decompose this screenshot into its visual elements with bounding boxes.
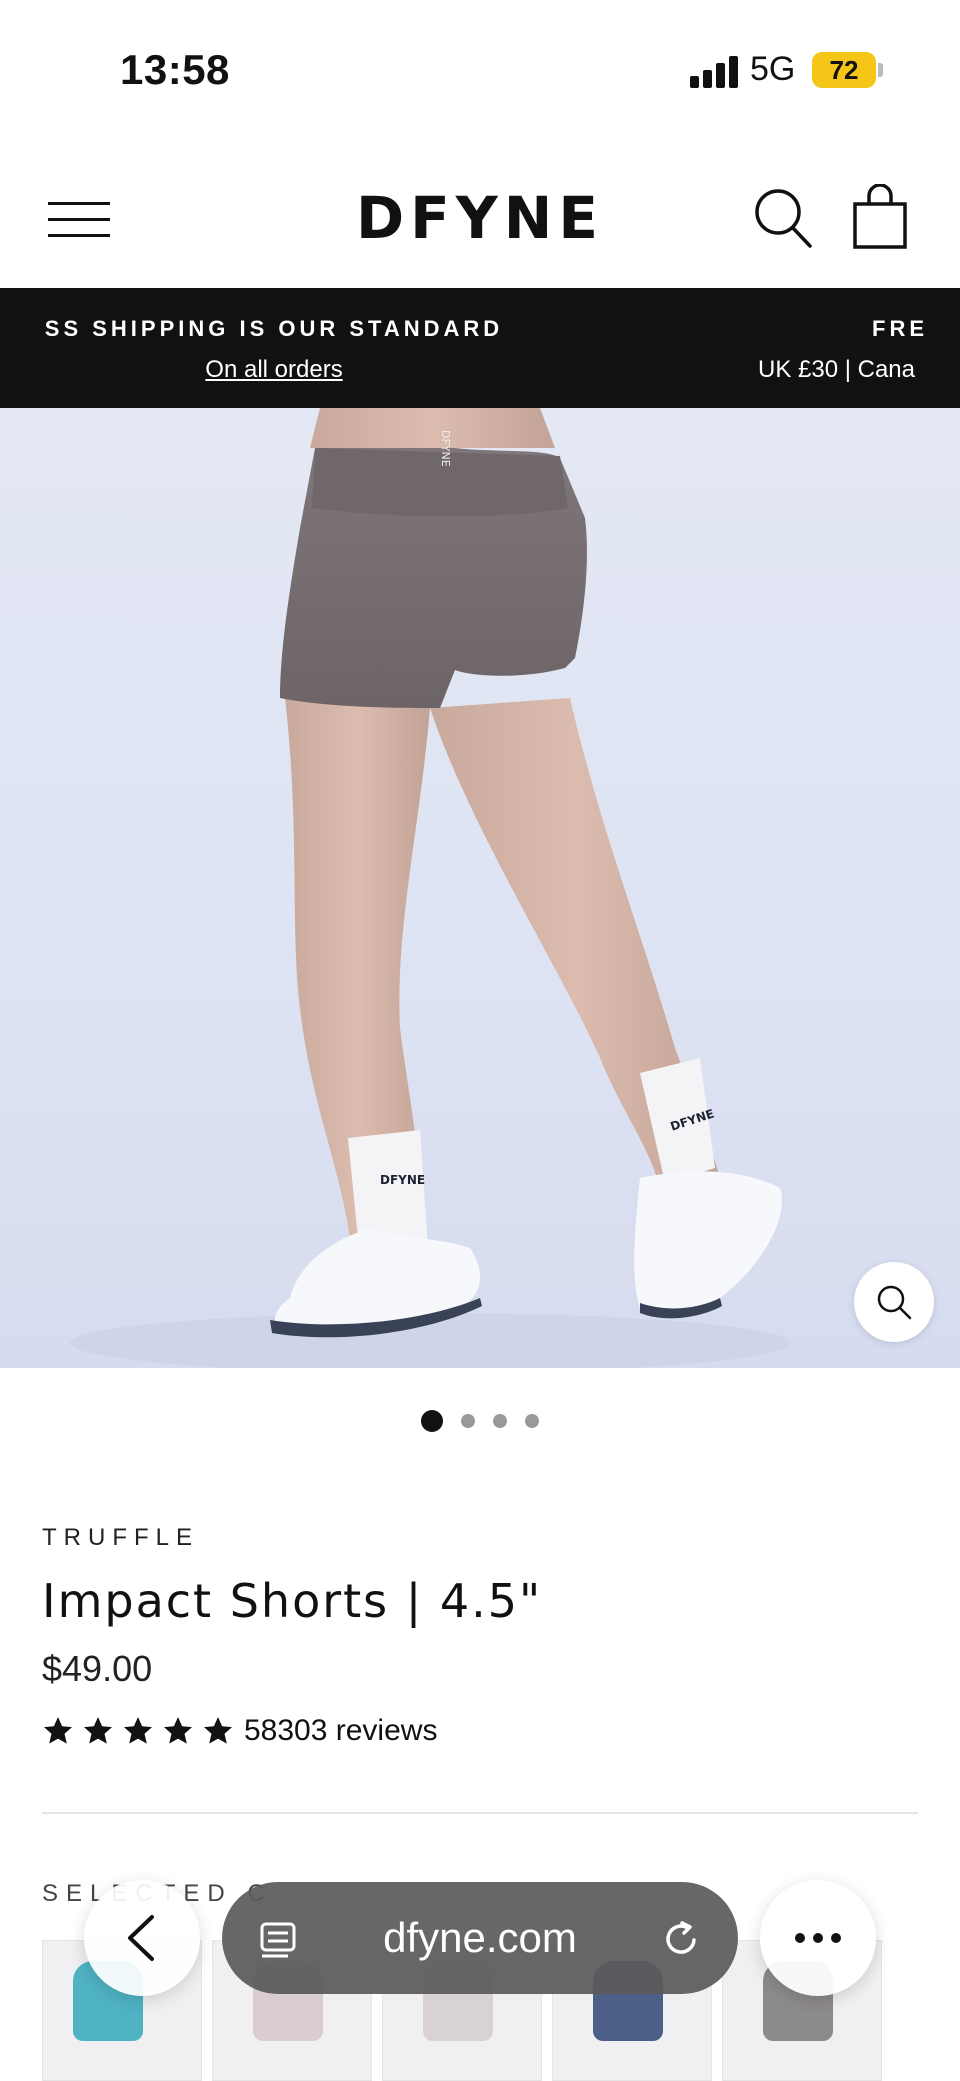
status-time: 13:58	[120, 46, 230, 93]
site-header: DFYNE	[0, 170, 960, 290]
product-title: Impact Shorts | 4.5"	[42, 1574, 543, 1628]
announcement-title: FRE	[872, 316, 928, 341]
star-icon	[204, 1717, 232, 1744]
carousel-dot[interactable]	[525, 1414, 539, 1428]
carousel-dot[interactable]	[493, 1414, 507, 1428]
star-icon	[84, 1717, 112, 1744]
battery-icon: 72	[812, 52, 876, 88]
more-button[interactable]	[760, 1880, 876, 1996]
carousel-dot[interactable]	[421, 1410, 443, 1432]
menu-icon[interactable]	[48, 194, 110, 242]
reload-icon[interactable]	[660, 1918, 702, 1960]
product-image[interactable]: DFYNE DFYNE DFYNE	[0, 408, 960, 1368]
star-icon	[124, 1717, 152, 1744]
product-photo: DFYNE DFYNE DFYNE	[70, 408, 790, 1368]
announcement-item[interactable]: SS SHIPPING IS OUR STANDARD On all order…	[44, 316, 504, 384]
announcement-subtitle: UK £30 | Cana	[758, 356, 915, 383]
star-icon	[44, 1717, 72, 1744]
search-icon[interactable]	[752, 186, 814, 250]
announcement-item[interactable]: FRE UK £30 | Cana	[758, 316, 960, 384]
chevron-left-icon	[128, 1915, 154, 1961]
status-bar: 13:58 5G 72	[0, 0, 960, 140]
announcement-link[interactable]: On all orders	[44, 356, 504, 384]
announcement-bar: SS SHIPPING IS OUR STANDARD On all order…	[0, 288, 960, 408]
product-rating[interactable]: 58303 reviews	[42, 1714, 437, 1748]
more-dot	[831, 1933, 841, 1943]
address-bar[interactable]: dfyne.com	[222, 1882, 738, 1994]
network-label: 5G	[750, 50, 796, 88]
signal-icon	[690, 56, 738, 88]
star-icon	[164, 1717, 192, 1744]
product-color-label: TRUFFLE	[42, 1524, 199, 1551]
svg-text:DFYNE: DFYNE	[380, 1173, 425, 1187]
browser-toolbar: dfyne.com	[0, 1870, 960, 2010]
product-price: $49.00	[42, 1648, 153, 1689]
zoom-button[interactable]	[854, 1262, 934, 1342]
more-dot	[795, 1933, 805, 1943]
cart-icon[interactable]	[852, 183, 908, 250]
reviews-count[interactable]: 58303 reviews	[244, 1714, 437, 1748]
brand-logo[interactable]: DFYNE	[340, 184, 620, 252]
carousel-dots	[0, 1406, 960, 1436]
back-button[interactable]	[84, 1880, 200, 1996]
more-dot	[813, 1933, 823, 1943]
divider	[42, 1812, 918, 1814]
battery-cap	[878, 63, 883, 77]
zoom-icon	[877, 1285, 912, 1320]
announcement-title: SS SHIPPING IS OUR STANDARD	[44, 316, 504, 341]
carousel-dot[interactable]	[461, 1414, 475, 1428]
waistband-logo: DFYNE	[439, 430, 452, 467]
